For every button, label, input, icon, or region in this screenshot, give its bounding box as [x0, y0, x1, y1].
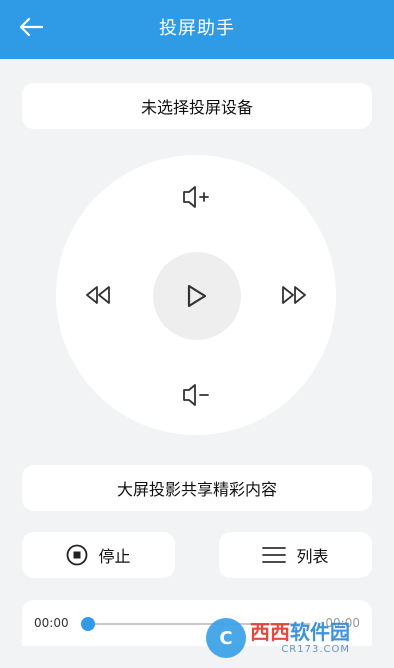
- volume-down-button[interactable]: [178, 377, 214, 413]
- seek-handle[interactable]: [81, 617, 95, 631]
- play-icon: [187, 284, 207, 308]
- watermark-logo-icon: C: [206, 618, 246, 658]
- stop-circle-icon: [67, 544, 88, 566]
- list-icon: [262, 547, 287, 563]
- remote-control-dial: [56, 155, 336, 435]
- list-label: 列表: [296, 547, 329, 566]
- watermark-brand-red: 西西: [250, 619, 290, 644]
- stop-label: 停止: [98, 547, 131, 566]
- stop-button[interactable]: 停止: [22, 532, 175, 578]
- fast-forward-button[interactable]: [278, 279, 310, 311]
- device-select-button[interactable]: 未选择投屏设备: [22, 83, 372, 129]
- share-content-label: 大屏投影共享精彩内容: [116, 480, 277, 499]
- volume-up-icon: [183, 186, 209, 208]
- fast-forward-icon: [282, 286, 306, 304]
- page-title: 投屏助手: [159, 18, 235, 39]
- app-header: 投屏助手: [0, 0, 394, 59]
- volume-down-icon: [183, 384, 209, 406]
- share-content-button[interactable]: 大屏投影共享精彩内容: [22, 465, 372, 511]
- play-button[interactable]: [153, 252, 241, 340]
- watermark: C 西西软件园 CR173.COM: [206, 616, 384, 660]
- watermark-domain: CR173.COM: [281, 643, 350, 655]
- current-time: 00:00: [34, 616, 69, 630]
- list-button[interactable]: 列表: [219, 532, 372, 578]
- watermark-brand-blue: 软件园: [290, 619, 350, 644]
- volume-up-button[interactable]: [178, 179, 214, 215]
- watermark-text: 西西软件园 CR173.COM: [250, 622, 350, 655]
- rewind-button[interactable]: [82, 279, 114, 311]
- rewind-icon: [86, 286, 110, 304]
- device-select-label: 未选择投屏设备: [140, 98, 253, 117]
